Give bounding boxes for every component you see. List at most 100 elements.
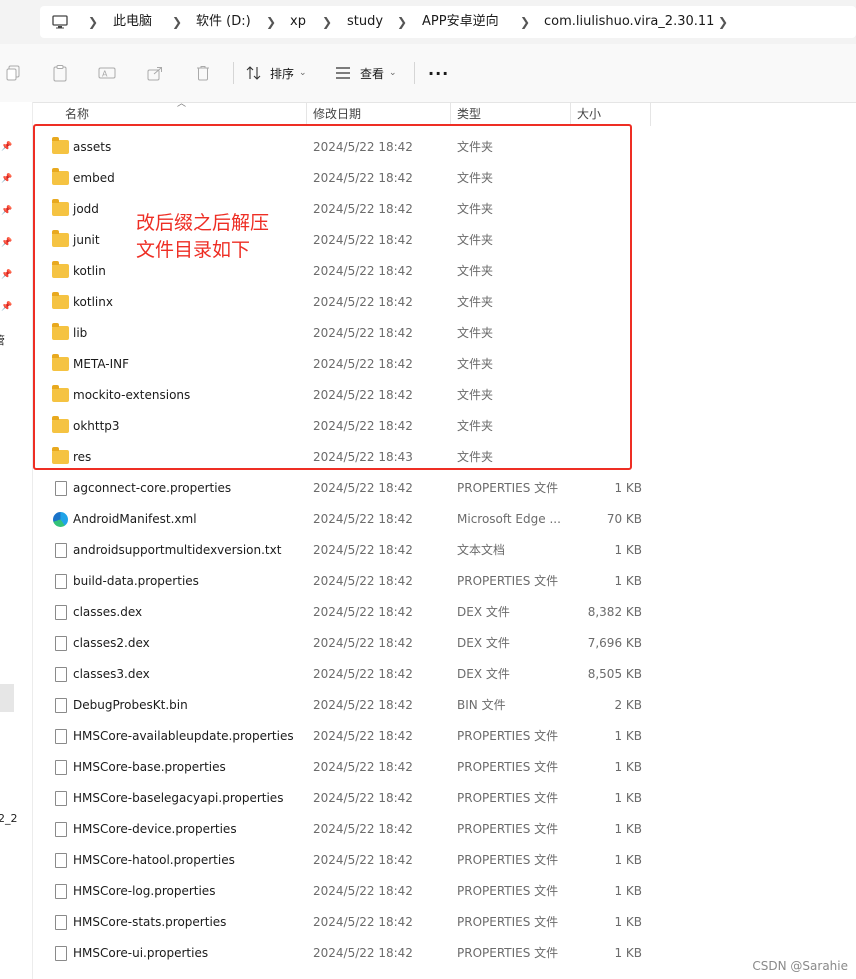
file-date: 2024/5/22 18:42 (313, 512, 413, 526)
file-row[interactable]: HMSCore-log.properties 2024/5/22 18:42 PRO… (32, 876, 652, 907)
file-row[interactable]: jodd 2024/5/22 18:42 文件夹 (32, 194, 652, 225)
file-name: assets (73, 140, 112, 154)
breadcrumb-item[interactable]: study (347, 0, 383, 44)
chevron-right-icon[interactable]: ❯ (88, 0, 98, 44)
file-size: 1 KB (614, 543, 642, 557)
pin-icon[interactable]: 📌 (1, 206, 12, 216)
chevron-right-icon[interactable]: ❯ (520, 0, 530, 44)
command-bar: A 排序 ⌄ 查看 ⌄ ··· (0, 44, 856, 103)
file-type: PROPERTIES 文件 (457, 853, 559, 867)
chevron-right-icon[interactable]: ❯ (266, 0, 276, 44)
navigation-pane: 📌 📌 📌 📌 📌 📌 管 2_2 (0, 102, 33, 979)
file-row[interactable]: HMSCore-device.properties 2024/5/22 18:42… (32, 814, 652, 845)
file-icon (55, 791, 67, 806)
file-row[interactable]: classes2.dex 2024/5/22 18:42 DEX 文件 7,696 K… (32, 628, 652, 659)
file-row[interactable]: HMSCore-ui.properties 2024/5/22 18:42 PROP… (32, 938, 652, 969)
file-size: 8,505 KB (587, 667, 642, 681)
pin-icon[interactable]: 📌 (1, 238, 12, 248)
chevron-right-icon[interactable]: ❯ (397, 0, 407, 44)
copy-icon[interactable] (2, 62, 24, 84)
file-size: 1 KB (614, 760, 642, 774)
file-type: PROPERTIES 文件 (457, 822, 559, 836)
file-row[interactable]: mockito-extensions 2024/5/22 18:42 文件夹 (32, 380, 652, 411)
file-name: classes.dex (73, 605, 143, 619)
file-date: 2024/5/22 18:42 (313, 233, 413, 247)
rename-icon[interactable]: A (96, 62, 118, 84)
file-type: PROPERTIES 文件 (457, 481, 559, 495)
file-row[interactable]: build-data.properties 2024/5/22 18:42 PROP… (32, 566, 652, 597)
sort-button[interactable]: 排序 ⌄ (246, 58, 307, 88)
nav-item-fragment[interactable]: 2_2 (0, 812, 18, 825)
column-type-header[interactable]: 类型 (457, 102, 481, 126)
column-divider[interactable] (306, 102, 307, 126)
column-divider[interactable] (450, 102, 451, 126)
delete-icon[interactable] (192, 62, 214, 84)
file-name: jodd (73, 202, 99, 216)
file-row[interactable]: androidsupportmultidexversion.txt 2024/5/… (32, 535, 652, 566)
file-date: 2024/5/22 18:42 (313, 140, 413, 154)
breadcrumb-item[interactable]: APP安卓逆向 (422, 0, 499, 44)
svg-text:A: A (102, 70, 108, 79)
chevron-down-icon: ⌄ (389, 68, 397, 78)
file-date: 2024/5/22 18:42 (313, 264, 413, 278)
file-row[interactable]: agconnect-core.properties 2024/5/22 18:42… (32, 473, 652, 504)
folder-icon (52, 199, 69, 216)
view-button[interactable]: 查看 ⌄ (335, 58, 397, 88)
file-row[interactable]: kotlinx 2024/5/22 18:42 文件夹 (32, 287, 652, 318)
pin-icon[interactable]: 📌 (1, 270, 12, 280)
file-date: 2024/5/22 18:42 (313, 481, 413, 495)
file-date: 2024/5/22 18:42 (313, 543, 413, 557)
this-pc-icon[interactable] (52, 0, 68, 44)
file-row[interactable]: DebugProbesKt.bin 2024/5/22 18:42 BIN 文件 2 … (32, 690, 652, 721)
file-name: HMSCore-stats.properties (73, 915, 227, 929)
file-row[interactable]: HMSCore-hatool.properties 2024/5/22 18:42… (32, 845, 652, 876)
column-size-header[interactable]: 大小 (577, 102, 601, 126)
chevron-right-icon[interactable]: ❯ (322, 0, 332, 44)
column-date-header[interactable]: 修改日期 (313, 102, 361, 126)
pin-icon[interactable]: 📌 (1, 302, 12, 312)
file-row[interactable]: okhttp3 2024/5/22 18:42 文件夹 (32, 411, 652, 442)
breadcrumb-item[interactable]: xp (290, 0, 306, 44)
file-icon (55, 698, 67, 713)
breadcrumb-item[interactable]: 软件 (D:) (196, 0, 251, 44)
pin-icon[interactable]: 📌 (1, 142, 12, 152)
file-row[interactable]: HMSCore-base.properties 2024/5/22 18:42 PR… (32, 752, 652, 783)
file-type: 文件夹 (457, 264, 494, 278)
paste-icon[interactable] (49, 62, 71, 84)
column-divider[interactable] (650, 102, 651, 126)
file-type: 文件夹 (457, 450, 494, 464)
pin-icon[interactable]: 📌 (1, 174, 12, 184)
file-row[interactable]: assets 2024/5/22 18:42 文件夹 (32, 132, 652, 163)
nav-selected-item[interactable] (0, 684, 14, 712)
file-row[interactable]: HMSCore-availableupdate.properties 2024/5… (32, 721, 652, 752)
sort-label: 排序 (270, 66, 295, 81)
address-bar: ❯ 此电脑 ❯ 软件 (D:) ❯ xp ❯ study ❯ APP安卓逆向 ❯… (0, 0, 856, 44)
toolbar-divider (233, 62, 234, 84)
sort-ascending-icon: ︿ (177, 99, 187, 109)
file-row[interactable]: lib 2024/5/22 18:42 文件夹 (32, 318, 652, 349)
column-name-header[interactable]: 名称 (65, 102, 89, 126)
more-options-button[interactable]: ··· (428, 58, 449, 88)
file-date: 2024/5/22 18:42 (313, 388, 413, 402)
file-row[interactable]: junit 2024/5/22 18:42 文件夹 (32, 225, 652, 256)
file-row[interactable]: classes.dex 2024/5/22 18:42 DEX 文件 8,382 KB (32, 597, 652, 628)
file-row[interactable]: embed 2024/5/22 18:42 文件夹 (32, 163, 652, 194)
file-row[interactable]: res 2024/5/22 18:43 文件夹 (32, 442, 652, 473)
file-row[interactable]: HMSCore-stats.properties 2024/5/22 18:42 P… (32, 907, 652, 938)
folder-icon (52, 447, 69, 464)
share-icon[interactable] (144, 62, 166, 84)
file-type: Microsoft Edge ... (457, 512, 561, 526)
file-row[interactable]: kotlin 2024/5/22 18:42 文件夹 (32, 256, 652, 287)
chevron-right-icon[interactable]: ❯ (172, 0, 182, 44)
breadcrumb-item[interactable]: 此电脑 (113, 0, 152, 44)
nav-item-fragment[interactable]: 管 (0, 332, 5, 348)
folder-icon (52, 230, 69, 247)
chevron-right-icon[interactable]: ❯ (718, 0, 728, 44)
file-size: 1 KB (614, 946, 642, 960)
file-row[interactable]: classes3.dex 2024/5/22 18:42 DEX 文件 8,505 K… (32, 659, 652, 690)
file-row[interactable]: AndroidManifest.xml 2024/5/22 18:42 Micros… (32, 504, 652, 535)
file-row[interactable]: HMSCore-baselegacyapi.properties 2024/5/2… (32, 783, 652, 814)
file-row[interactable]: META-INF 2024/5/22 18:42 文件夹 (32, 349, 652, 380)
column-divider[interactable] (570, 102, 571, 126)
breadcrumb-item[interactable]: com.liulishuo.vira_2.30.11 (544, 0, 714, 44)
